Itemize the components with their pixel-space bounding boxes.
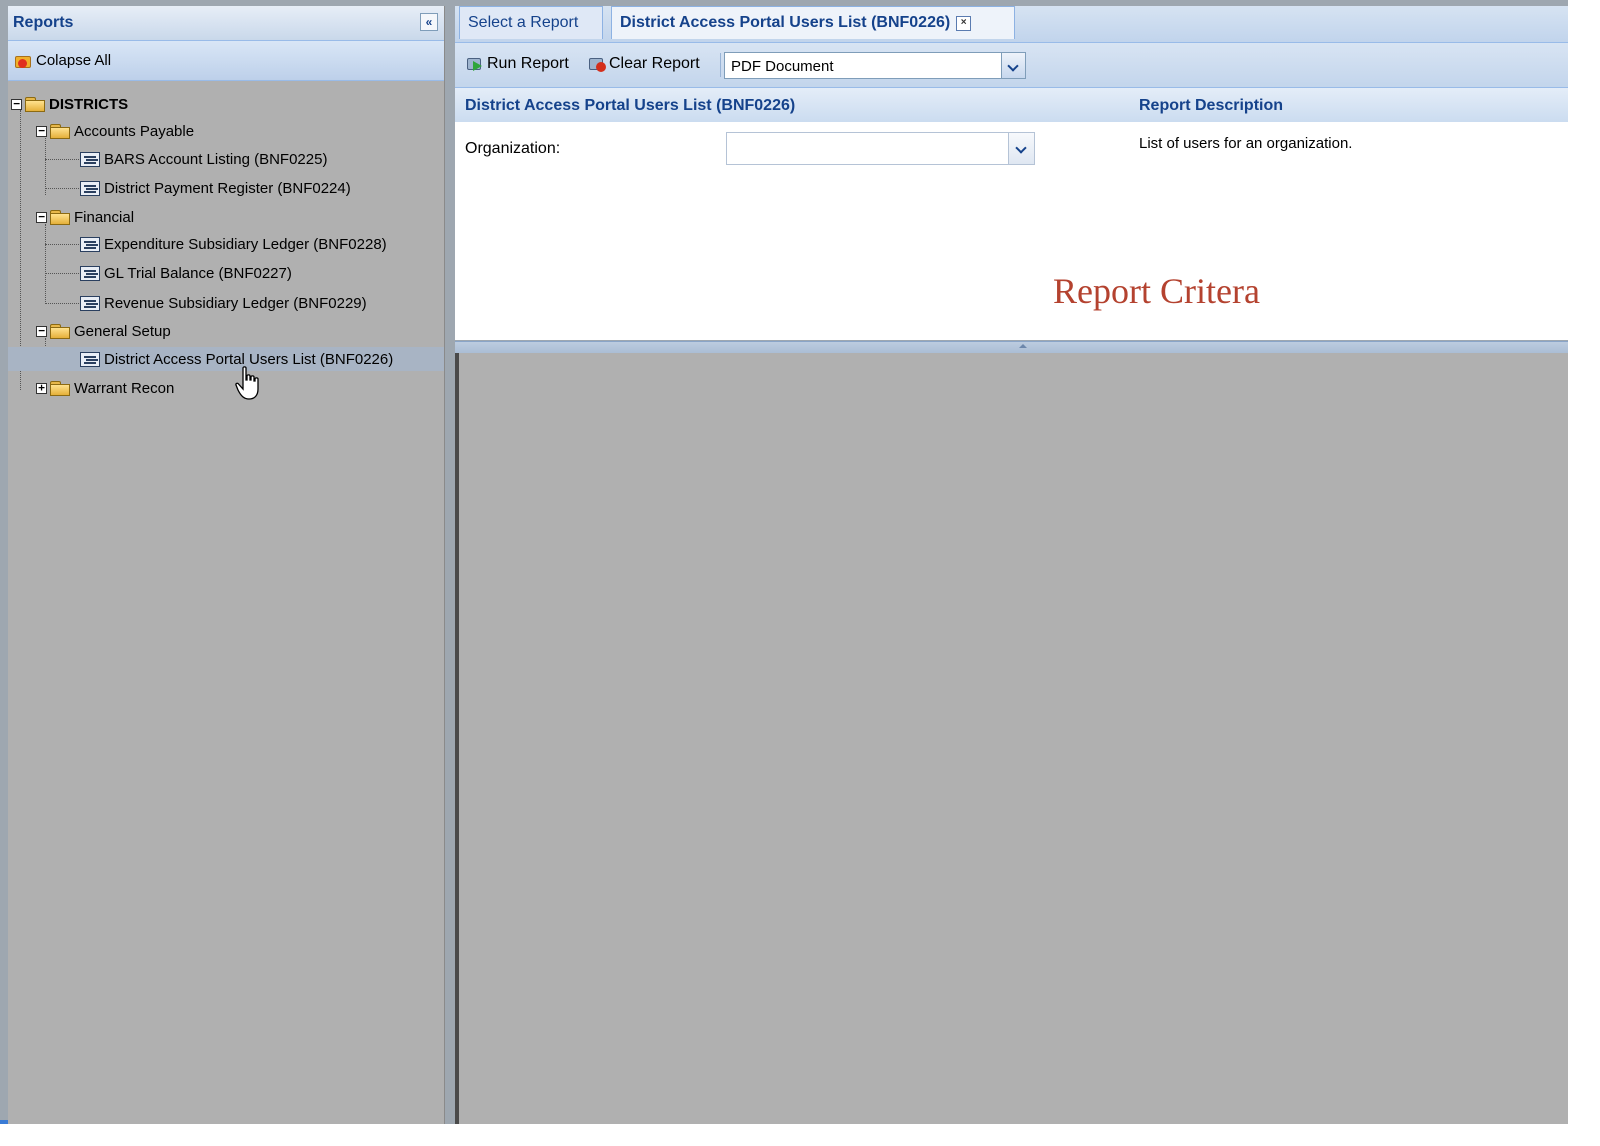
tree-item-report[interactable]: District Payment Register (BNF0224) <box>80 176 351 200</box>
report-icon <box>80 151 100 167</box>
tree-item-report[interactable]: Revenue Subsidiary Ledger (BNF0229) <box>80 291 367 315</box>
tree-folder-label: Accounts Payable <box>74 122 195 140</box>
report-icon <box>80 351 100 367</box>
run-report-icon <box>465 55 485 73</box>
tree-item-label: District Payment Register (BNF0224) <box>104 179 351 197</box>
tree-item-label: BARS Account Listing (BNF0225) <box>104 150 328 168</box>
run-report-label: Run Report <box>487 55 569 72</box>
collapse-all-label: Colapse All <box>36 52 112 69</box>
report-name-title: District Access Portal Users List (BNF02… <box>465 97 796 114</box>
reports-tree-toolbar: Colapse All <box>8 41 444 81</box>
folder-open-icon <box>50 209 70 225</box>
tree-item-label: GL Trial Balance (BNF0227) <box>104 264 292 282</box>
folder-open-icon <box>50 323 70 339</box>
collapse-node-icon[interactable]: − <box>11 98 22 110</box>
collapse-all-button[interactable]: Colapse All <box>14 52 111 69</box>
collapse-node-icon[interactable]: − <box>36 211 47 223</box>
tree-folder-label: Financial <box>74 208 135 226</box>
clear-report-label: Clear Report <box>609 55 700 72</box>
tab-district-access-portal-users-list[interactable]: District Access Portal Users List (BNF02… <box>611 6 1015 39</box>
report-tabs: Select a Report District Access Portal U… <box>455 6 1568 43</box>
tree-root-districts[interactable]: − DISTRICTS <box>11 92 128 116</box>
reports-panel-title: Reports <box>13 14 74 31</box>
clear-report-button[interactable]: Clear Report <box>587 55 700 73</box>
report-toolbar: Run Report Clear Report PDF Document <box>455 43 1568 88</box>
tab-label: District Access Portal Users List (BNF02… <box>620 14 951 31</box>
tree-item-label: Revenue Subsidiary Ledger (BNF0229) <box>104 294 367 312</box>
hand-cursor-icon <box>235 366 259 400</box>
clear-report-icon <box>587 55 607 73</box>
folder-closed-icon <box>50 380 70 396</box>
expand-node-icon[interactable]: + <box>36 382 47 394</box>
tree-folder-financial[interactable]: − Financial <box>36 205 134 229</box>
window-edge <box>1568 0 1600 1146</box>
chevron-down-icon[interactable] <box>1008 133 1034 164</box>
report-icon <box>80 295 100 311</box>
tree-folder-general-setup[interactable]: − General Setup <box>36 319 171 343</box>
folder-open-icon <box>25 96 45 112</box>
output-format-select[interactable]: PDF Document <box>724 52 1026 79</box>
report-icon <box>80 180 100 196</box>
splitter-grip-icon[interactable] <box>1019 344 1027 348</box>
report-description-header: Report Description <box>1139 97 1284 114</box>
collapse-all-icon <box>14 53 32 69</box>
collapse-node-icon[interactable]: − <box>36 325 47 337</box>
tree-root-label: DISTRICTS <box>49 95 129 113</box>
tree-folder-label: Warrant Recon <box>74 379 175 397</box>
report-icon <box>80 265 100 281</box>
reports-panel: Reports « Colapse All − DISTRICTS − Acco <box>8 6 445 1124</box>
tab-label: Select a Report <box>468 14 579 31</box>
tree-item-report[interactable]: Expenditure Subsidiary Ledger (BNF0228) <box>80 232 387 256</box>
tree-item-report[interactable]: BARS Account Listing (BNF0225) <box>80 147 327 171</box>
chevron-down-icon[interactable] <box>1001 53 1025 78</box>
report-description-text: List of users for an organization. <box>1139 135 1353 152</box>
run-report-button[interactable]: Run Report <box>465 55 569 73</box>
tree-item-label: Expenditure Subsidiary Ledger (BNF0228) <box>104 235 387 253</box>
tree-item-report-selected[interactable]: District Access Portal Users List (BNF02… <box>8 347 444 371</box>
report-criteria-panel: District Access Portal Users List (BNF02… <box>455 88 1568 340</box>
organization-label: Organization: <box>465 140 561 157</box>
toolbar-separator <box>720 53 721 77</box>
bottom-strip <box>0 1124 1600 1146</box>
collapse-node-icon[interactable]: − <box>36 125 47 137</box>
folder-open-icon <box>50 123 70 139</box>
collapse-panel-button[interactable]: « <box>420 13 438 31</box>
output-format-value: PDF Document <box>731 58 834 75</box>
report-criteria-caption: Report Critera <box>1053 271 1260 311</box>
tree-item-label: District Access Portal Users List (BNF02… <box>104 350 394 368</box>
tree-item-report[interactable]: GL Trial Balance (BNF0227) <box>80 261 292 285</box>
report-icon <box>80 236 100 252</box>
report-criteria-header: District Access Portal Users List (BNF02… <box>455 88 1568 122</box>
tab-select-a-report[interactable]: Select a Report <box>459 6 603 39</box>
report-output-area <box>455 353 1568 1124</box>
tree-folder-warrant-recon[interactable]: + Warrant Recon <box>36 376 174 400</box>
bottom-marker <box>0 1120 8 1124</box>
organization-select[interactable] <box>726 132 1035 165</box>
tree-folder-label: General Setup <box>74 322 171 340</box>
tab-close-icon[interactable]: × <box>956 15 972 31</box>
tree-folder-accounts-payable[interactable]: − Accounts Payable <box>36 119 194 143</box>
reports-panel-header: Reports « <box>8 6 444 41</box>
